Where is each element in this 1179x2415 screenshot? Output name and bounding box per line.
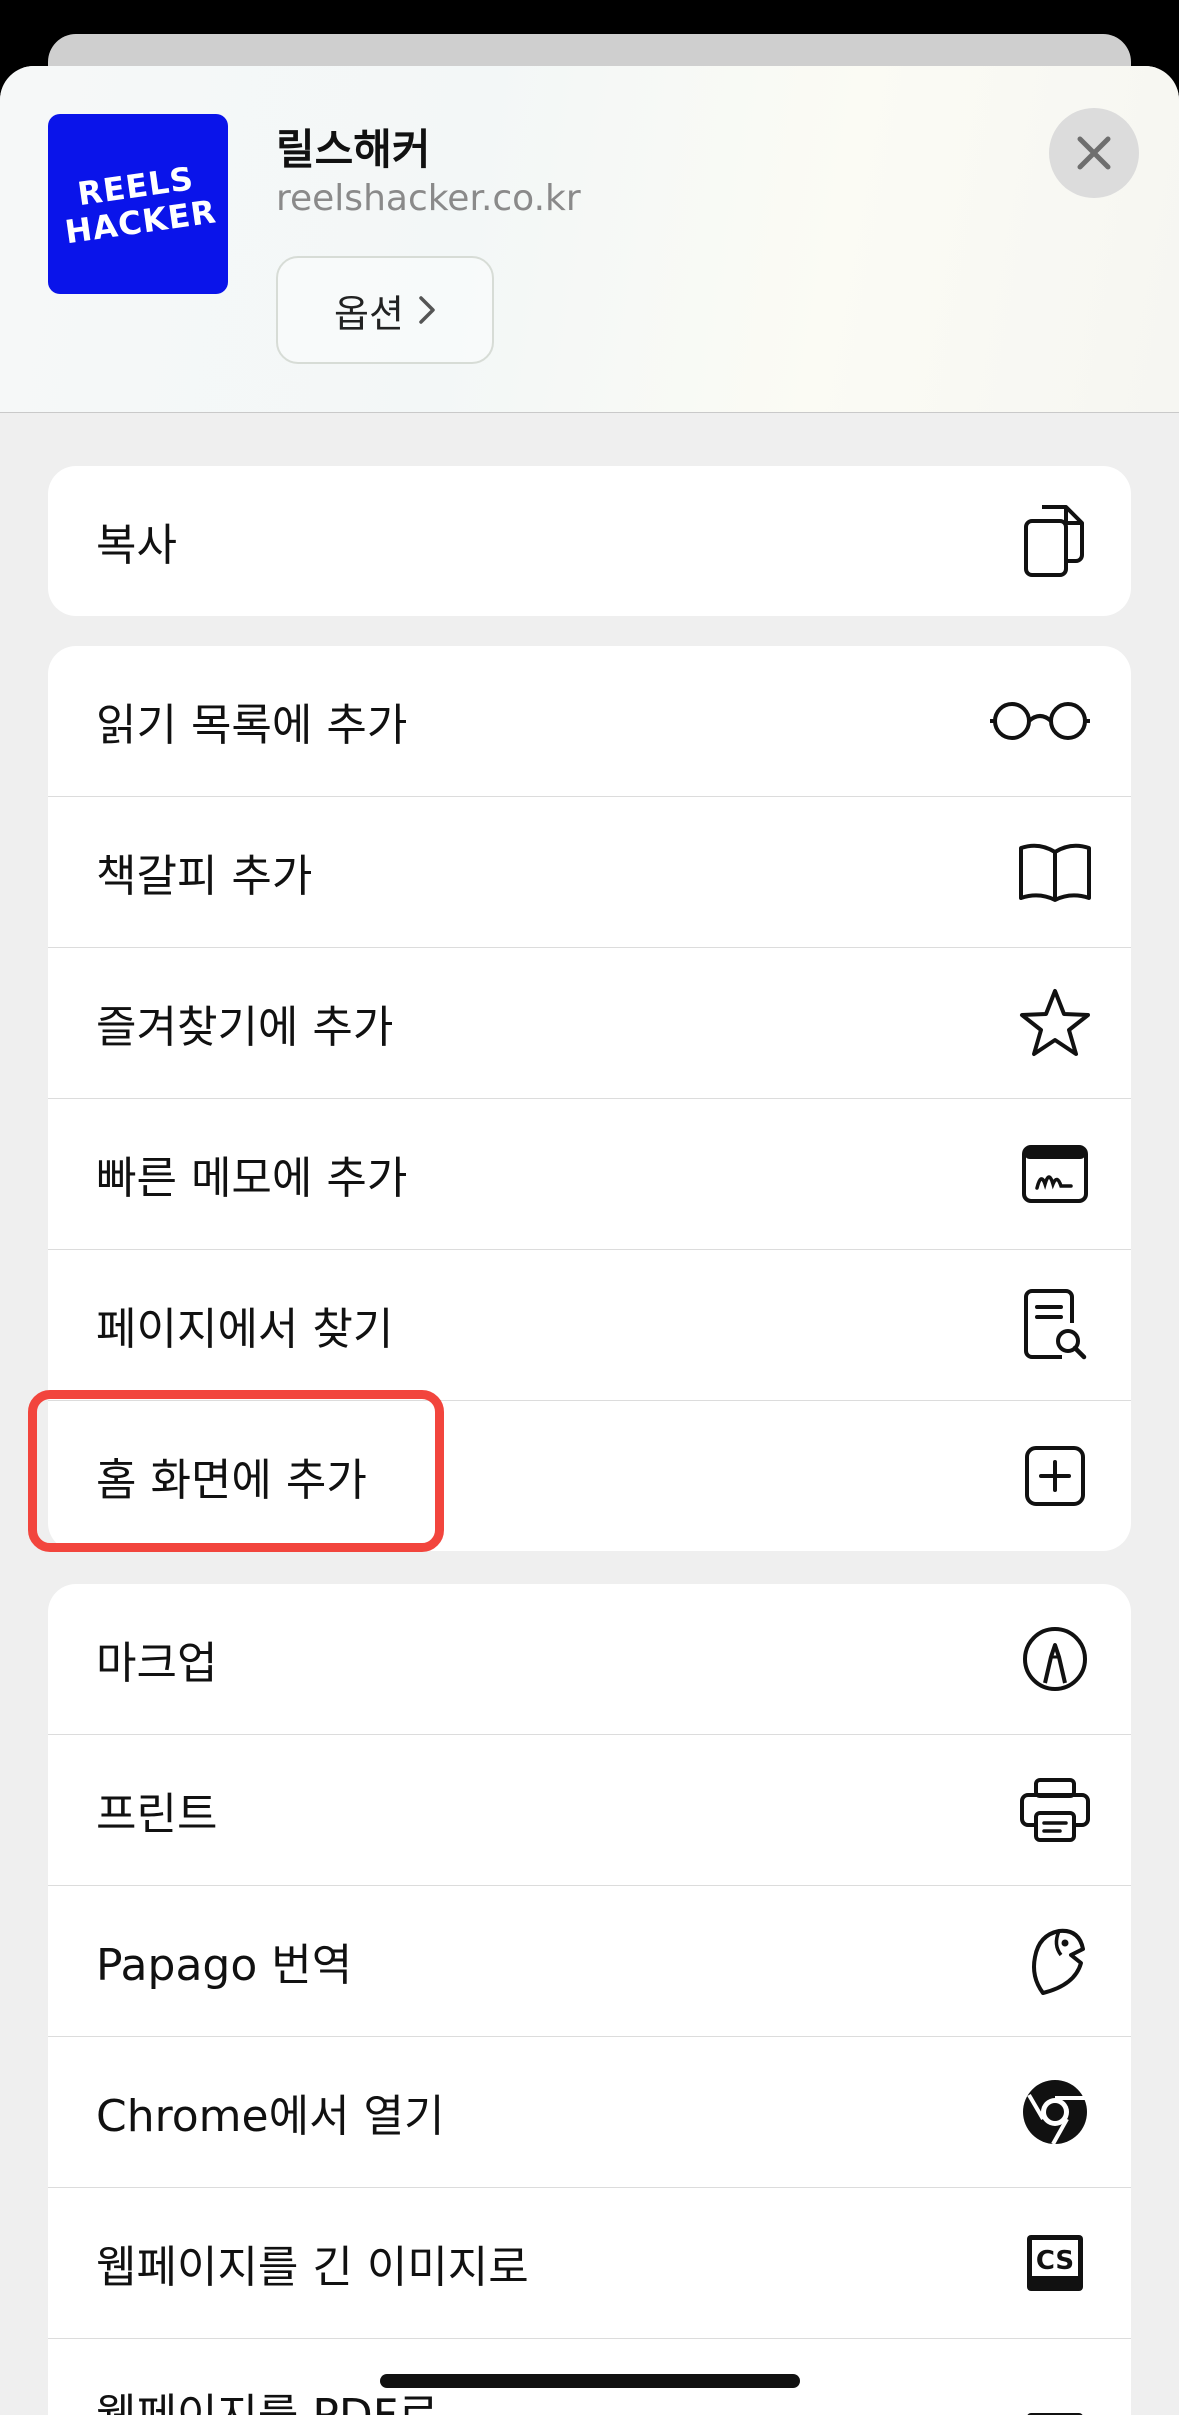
options-label: 옵션	[334, 291, 404, 336]
action-add-to-quick-note[interactable]: 빠른 메모에 추가	[48, 1098, 1131, 1249]
glasses-icon	[985, 681, 1095, 761]
action-webpage-to-long-image[interactable]: 웹페이지를 긴 이미지로 CS	[48, 2187, 1131, 2338]
share-sheet-header: REELS HACKER 릴스해커 reelshacker.co.kr 옵션	[0, 66, 1179, 413]
action-label: 마크업	[96, 1638, 218, 1689]
action-label: 책갈피 추가	[96, 851, 313, 902]
action-label: 즐겨찾기에 추가	[96, 1002, 394, 1053]
action-label: 복사	[96, 520, 177, 571]
action-group-copy: 복사	[48, 466, 1131, 616]
action-markup[interactable]: 마크업	[48, 1584, 1131, 1734]
action-label: 읽기 목록에 추가	[96, 700, 408, 751]
action-print[interactable]: 프린트	[48, 1734, 1131, 1885]
papago-bird-icon	[1015, 1921, 1095, 2001]
app-name: 릴스해커	[276, 125, 431, 174]
action-label: 빠른 메모에 추가	[96, 1153, 408, 1204]
chrome-icon	[1015, 2072, 1095, 2152]
printer-icon	[1015, 1770, 1095, 1850]
options-button[interactable]: 옵션	[276, 256, 494, 364]
cs-icon: CS	[1015, 2223, 1095, 2303]
action-papago-translate[interactable]: Papago 번역	[48, 1885, 1131, 2036]
action-open-in-chrome[interactable]: Chrome에서 열기	[48, 2036, 1131, 2187]
star-icon	[1015, 983, 1095, 1063]
markup-icon	[1015, 1619, 1095, 1699]
app-icon: REELS HACKER	[48, 114, 228, 294]
action-find-in-page[interactable]: 페이지에서 찾기	[48, 1249, 1131, 1400]
action-label: Papago 번역	[96, 1940, 353, 1991]
action-label: Chrome에서 열기	[96, 2091, 445, 2142]
cs-icon: CS	[1015, 2401, 1095, 2415]
copy-icon	[1015, 501, 1095, 581]
share-sheet: REELS HACKER 릴스해커 reelshacker.co.kr 옵션 복…	[0, 66, 1179, 2415]
find-in-page-icon	[1015, 1285, 1095, 1365]
book-icon	[1015, 832, 1095, 912]
action-add-to-reading-list[interactable]: 읽기 목록에 추가	[48, 646, 1131, 796]
action-copy[interactable]: 복사	[48, 466, 1131, 616]
action-label: 페이지에서 찾기	[96, 1304, 394, 1355]
add-square-icon	[1015, 1436, 1095, 1516]
highlight-box	[28, 1390, 444, 1552]
action-add-to-favorites[interactable]: 즐겨찾기에 추가	[48, 947, 1131, 1098]
chevron-right-icon	[418, 295, 436, 325]
quick-note-icon	[1015, 1134, 1095, 1214]
svg-text:CS: CS	[1036, 2246, 1074, 2276]
app-url: reelshacker.co.kr	[276, 178, 581, 219]
close-icon	[1076, 135, 1112, 171]
close-button[interactable]	[1049, 108, 1139, 198]
action-add-bookmark[interactable]: 책갈피 추가	[48, 796, 1131, 947]
home-indicator	[380, 2374, 800, 2388]
action-label: 웹페이지를 긴 이미지로	[96, 2242, 529, 2293]
app-icon-text: REELS HACKER	[62, 159, 219, 252]
action-group-extensions: 마크업 프린트 Papago 번역 Chrome에서 열기 웹페이지를 긴 이미…	[48, 1584, 1131, 2415]
action-label: 프린트	[96, 1789, 218, 1840]
